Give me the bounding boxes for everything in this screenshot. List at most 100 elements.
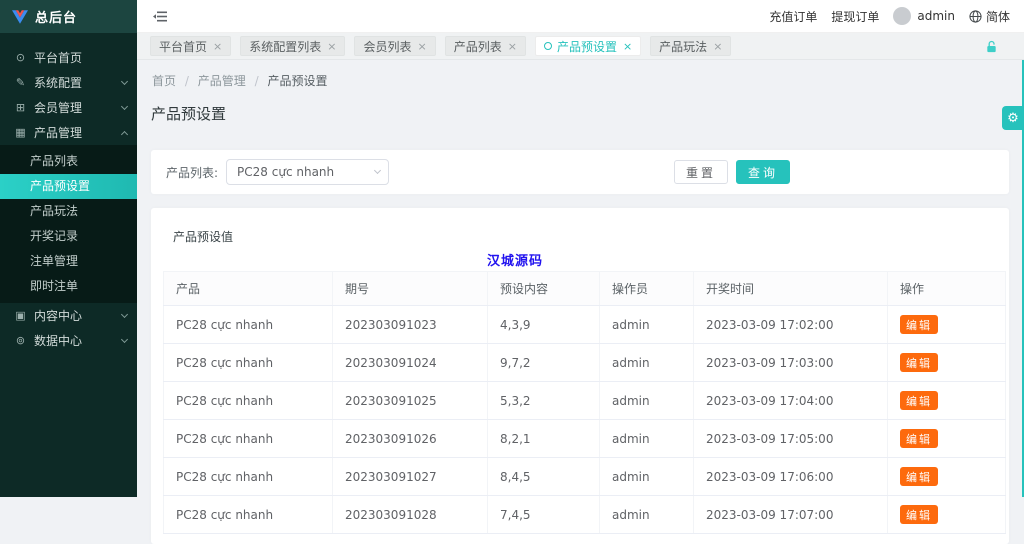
- product-select[interactable]: PC28 cực nhanh: [226, 159, 389, 185]
- cell-issue: 202303091028: [333, 496, 488, 534]
- cell-issue: 202303091027: [333, 458, 488, 496]
- table-row: PC28 cực nhanh 202303091027 8,4,5 admin …: [164, 458, 1006, 496]
- breadcrumb-home[interactable]: 首页: [152, 74, 176, 88]
- cell-preset: 7,4,5: [488, 496, 600, 534]
- close-icon[interactable]: ×: [713, 40, 722, 53]
- tab-system-config-list[interactable]: 系统配置列表 ×: [240, 36, 345, 56]
- sidebar-item-draw-records[interactable]: 开奖记录: [0, 224, 137, 249]
- page-title: 产品预设置: [151, 103, 1009, 124]
- chevron-down-icon: [121, 335, 128, 342]
- edit-button[interactable]: 编辑: [900, 467, 938, 486]
- product-mgmt-submenu: 产品列表 产品预设置 产品玩法 开奖记录 注单管理 即时注单: [0, 145, 137, 303]
- gear-icon: ⚙: [1007, 111, 1019, 126]
- sidebar-item-product-play[interactable]: 产品玩法: [0, 199, 137, 224]
- reset-button[interactable]: 重置: [674, 160, 728, 184]
- recharge-orders-link[interactable]: 充值订单: [769, 8, 817, 25]
- cell-preset: 8,4,5: [488, 458, 600, 496]
- col-operator: 操作员: [600, 272, 694, 306]
- withdraw-orders-link[interactable]: 提现订单: [831, 8, 879, 25]
- cell-product: PC28 cực nhanh: [164, 420, 333, 458]
- cell-draw-time: 2023-03-09 17:07:00: [694, 496, 888, 534]
- table-row: PC28 cực nhanh 202303091024 9,7,2 admin …: [164, 344, 1006, 382]
- table-panel: 产品预设值 汉城源码 产品 期号 预设内容 操作员 开奖时间 操作: [151, 208, 1009, 544]
- breadcrumb-product-mgmt[interactable]: 产品管理: [198, 74, 246, 88]
- language-switcher[interactable]: 简体: [969, 8, 1010, 25]
- sidebar-item-live-bets[interactable]: 即时注单: [0, 274, 137, 299]
- page-content: 首页 / 产品管理 / 产品预设置 产品预设置 产品列表: PC28 cực n…: [137, 61, 1024, 497]
- product-list-label: 产品列表:: [166, 164, 218, 181]
- close-icon[interactable]: ×: [213, 40, 222, 53]
- sidebar-item-system-config[interactable]: ✎ 系统配置: [0, 70, 137, 95]
- cell-action: 编辑: [888, 382, 1006, 420]
- cell-product: PC28 cực nhanh: [164, 344, 333, 382]
- cell-action: 编辑: [888, 344, 1006, 382]
- product-select-value: PC28 cực nhanh: [237, 165, 375, 179]
- search-button[interactable]: 查询: [736, 160, 790, 184]
- table-header-row: 产品 期号 预设内容 操作员 开奖时间 操作: [164, 272, 1006, 306]
- user-menu[interactable]: admin: [893, 7, 955, 25]
- sidebar-item-product-mgmt[interactable]: ▦ 产品管理: [0, 120, 137, 145]
- sidebar-item-data-center[interactable]: ⊚ 数据中心: [0, 328, 137, 353]
- tab-product-preset[interactable]: 产品预设置 ×: [535, 36, 641, 56]
- app-logo-icon: [12, 10, 28, 24]
- username: admin: [917, 9, 955, 23]
- header-right: 充值订单 提现订单 admin 简体: [769, 7, 1010, 25]
- chevron-down-icon: [121, 102, 128, 109]
- cell-action: 编辑: [888, 496, 1006, 534]
- cell-action: 编辑: [888, 306, 1006, 344]
- cell-operator: admin: [600, 496, 694, 534]
- close-icon[interactable]: ×: [623, 40, 632, 53]
- document-icon: ▣: [13, 309, 28, 322]
- cell-product: PC28 cực nhanh: [164, 382, 333, 420]
- sidebar-item-product-preset[interactable]: 产品预设置: [0, 174, 137, 199]
- close-icon[interactable]: ×: [417, 40, 426, 53]
- cell-preset: 8,2,1: [488, 420, 600, 458]
- table-row: PC28 cực nhanh 202303091023 4,3,9 admin …: [164, 306, 1006, 344]
- col-draw-time: 开奖时间: [694, 272, 888, 306]
- sidebar-item-platform-home[interactable]: ⊙ 平台首页: [0, 45, 137, 70]
- edit-button[interactable]: 编辑: [900, 353, 938, 372]
- sidebar-nav: ⊙ 平台首页 ✎ 系统配置 ⊞ 会员管理 ▦ 产品管理 产品列表 产品预设置 产…: [0, 33, 137, 353]
- col-issue: 期号: [333, 272, 488, 306]
- breadcrumb: 首页 / 产品管理 / 产品预设置: [152, 72, 1009, 89]
- tab-member-list[interactable]: 会员列表 ×: [354, 36, 435, 56]
- screen-lock-button[interactable]: [985, 40, 998, 53]
- cell-operator: admin: [600, 382, 694, 420]
- filter-buttons: 重置 查询: [674, 160, 790, 184]
- cell-operator: admin: [600, 458, 694, 496]
- home-icon: ⊙: [13, 51, 28, 64]
- table-row: PC28 cực nhanh 202303091026 8,2,1 admin …: [164, 420, 1006, 458]
- chevron-down-icon: [374, 167, 381, 174]
- close-icon[interactable]: ×: [327, 40, 336, 53]
- col-preset: 预设内容: [488, 272, 600, 306]
- cell-issue: 202303091025: [333, 382, 488, 420]
- edit-button[interactable]: 编辑: [900, 505, 938, 524]
- edit-button[interactable]: 编辑: [900, 315, 938, 334]
- cell-issue: 202303091026: [333, 420, 488, 458]
- cell-preset: 4,3,9: [488, 306, 600, 344]
- sidebar-item-bet-mgmt[interactable]: 注单管理: [0, 249, 137, 274]
- language-label: 简体: [986, 8, 1010, 25]
- main-area: 充值订单 提现订单 admin 简体 平台首页 × 系统配置列表 ×: [137, 0, 1024, 497]
- cell-draw-time: 2023-03-09 17:02:00: [694, 306, 888, 344]
- close-icon[interactable]: ×: [508, 40, 517, 53]
- sidebar-item-content-center[interactable]: ▣ 内容中心: [0, 303, 137, 328]
- cell-preset: 9,7,2: [488, 344, 600, 382]
- settings-gear-button[interactable]: ⚙: [1002, 106, 1024, 130]
- edit-button[interactable]: 编辑: [900, 429, 938, 448]
- chevron-up-icon: [121, 130, 128, 137]
- edit-button[interactable]: 编辑: [900, 391, 938, 410]
- breadcrumb-current: 产品预设置: [267, 74, 327, 88]
- tab-platform-home[interactable]: 平台首页 ×: [150, 36, 231, 56]
- tabs-bar: 平台首页 × 系统配置列表 × 会员列表 × 产品列表 × 产品预设置 × 产品…: [137, 33, 1024, 60]
- avatar: [893, 7, 911, 25]
- tab-product-list[interactable]: 产品列表 ×: [445, 36, 526, 56]
- col-product: 产品: [164, 272, 333, 306]
- preset-table: 产品 期号 预设内容 操作员 开奖时间 操作 PC28 cực nhanh 20…: [163, 271, 1006, 534]
- sidebar-item-member-mgmt[interactable]: ⊞ 会员管理: [0, 95, 137, 120]
- sidebar-fold-icon[interactable]: [153, 10, 168, 23]
- tab-product-play[interactable]: 产品玩法 ×: [650, 36, 731, 56]
- sidebar-item-product-list[interactable]: 产品列表: [0, 149, 137, 174]
- cell-product: PC28 cực nhanh: [164, 458, 333, 496]
- table-row: PC28 cực nhanh 202303091028 7,4,5 admin …: [164, 496, 1006, 534]
